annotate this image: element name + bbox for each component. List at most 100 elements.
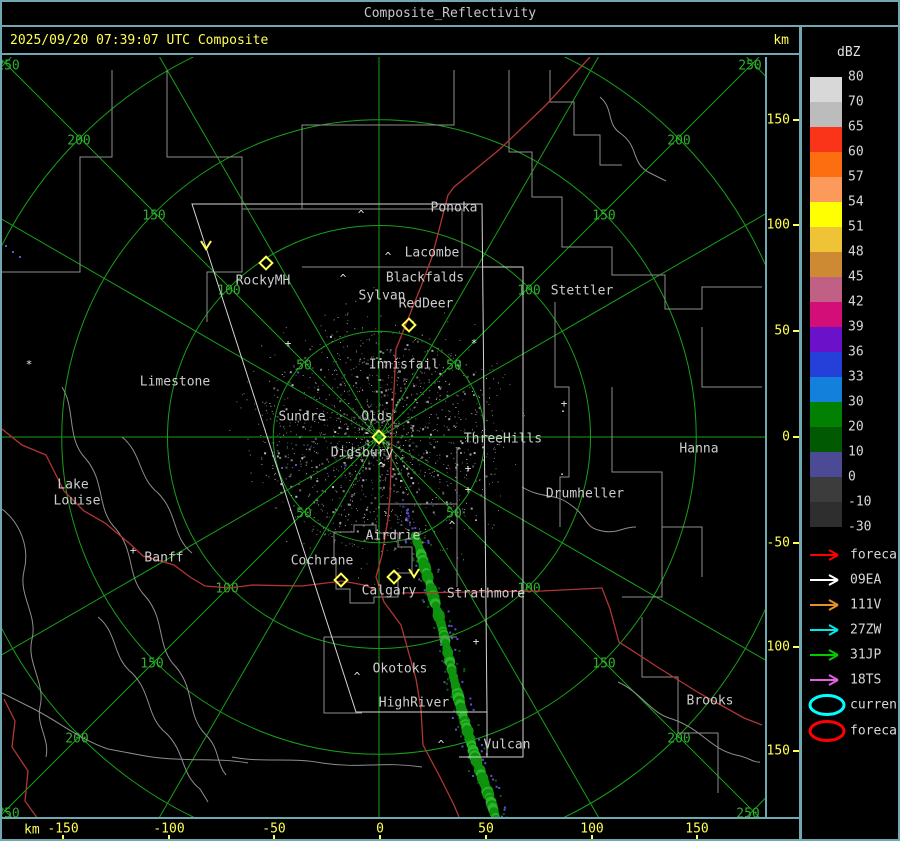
clutter-speck — [284, 371, 286, 373]
band-speck — [458, 650, 461, 652]
clutter-speck — [396, 462, 397, 464]
clutter-speck — [430, 443, 432, 445]
clutter-speck — [332, 486, 334, 489]
clutter-speck — [337, 353, 339, 355]
clutter-speck — [384, 544, 386, 545]
clutter-speck — [432, 498, 434, 500]
clutter-speck — [268, 476, 270, 478]
legend-arrow-label: 18TS — [850, 673, 881, 688]
clutter-speck — [447, 321, 449, 323]
scale-color-block — [810, 427, 842, 452]
clutter-speck — [346, 391, 348, 393]
scale-tick-label: 10 — [848, 445, 864, 460]
clutter-speck — [351, 542, 353, 544]
clutter-speck — [271, 442, 273, 444]
clutter-speck — [502, 377, 504, 378]
clutter-speck — [460, 470, 462, 472]
clutter-speck — [406, 433, 408, 435]
clutter-speck — [446, 455, 449, 458]
clutter-speck — [297, 424, 298, 426]
clutter-speck — [317, 529, 319, 531]
clutter-speck — [292, 467, 293, 469]
range-spoke — [159, 436, 380, 817]
legend-sidebar: dBZ 80 70 65 60 57 54 51 48 45 42 39 36 33 30 20 10 0 -10 -… — [802, 27, 898, 839]
clutter-speck — [300, 466, 302, 468]
clutter-speck — [388, 460, 390, 462]
clutter-speck — [247, 438, 249, 440]
clutter-speck — [336, 468, 337, 470]
scale-title: dBZ — [837, 45, 861, 60]
clutter-speck — [340, 505, 342, 507]
clutter-speck — [480, 414, 482, 416]
clutter-speck — [322, 434, 324, 435]
band-speck — [443, 681, 446, 684]
band-speck — [446, 688, 449, 691]
clutter-speck — [333, 319, 335, 321]
clutter-speck — [429, 417, 430, 418]
clutter-speck — [375, 342, 377, 344]
band-speck — [449, 631, 452, 634]
clutter-speck — [272, 465, 274, 467]
clutter-speck — [344, 384, 346, 386]
clutter-speck — [408, 440, 410, 442]
clutter-speck — [475, 371, 477, 373]
clutter-speck — [365, 467, 368, 470]
radar-map-canvas[interactable]: 5010015020025050100150200250501001502002… — [2, 57, 765, 817]
clutter-speck — [425, 408, 426, 410]
band-speck — [451, 717, 454, 719]
clutter-speck — [353, 385, 355, 387]
clutter-speck — [262, 440, 264, 442]
clutter-speck — [496, 363, 498, 365]
clutter-speck — [356, 351, 357, 353]
city-label: Calgary — [362, 584, 417, 599]
clutter-speck — [349, 476, 351, 477]
clutter-speck — [362, 327, 364, 329]
clutter-speck — [425, 451, 428, 454]
clutter-speck — [313, 517, 315, 519]
clutter-speck — [380, 496, 382, 498]
clutter-speck — [347, 519, 349, 521]
clutter-speck — [405, 487, 407, 489]
datetime-label: 2025/09/20 07:39:07 UTC Composite — [10, 33, 269, 48]
clutter-speck — [316, 502, 318, 504]
clutter-speck — [459, 440, 462, 443]
clutter-speck — [418, 487, 420, 489]
clutter-speck — [363, 513, 365, 515]
city-label: HighRiver — [379, 696, 450, 711]
clutter-speck — [457, 413, 459, 415]
band-speck — [447, 610, 450, 613]
band-speck — [468, 770, 470, 773]
clutter-speck — [498, 510, 499, 512]
clutter-speck — [327, 425, 329, 427]
clutter-speck — [493, 524, 495, 526]
blue-speck — [5, 245, 7, 247]
clutter-speck — [329, 335, 332, 338]
clutter-speck — [424, 475, 426, 477]
clutter-speck — [344, 374, 346, 376]
scale-color-block — [810, 277, 842, 302]
clutter-speck — [442, 492, 445, 495]
clutter-speck — [348, 442, 350, 444]
small-map-marker: ^ — [438, 738, 445, 751]
small-map-marker: . — [560, 402, 567, 415]
clutter-speck — [326, 473, 328, 474]
clutter-speck — [400, 479, 402, 482]
clutter-speck — [407, 474, 408, 476]
clutter-speck — [351, 474, 353, 476]
clutter-speck — [402, 444, 404, 446]
band-speck — [503, 808, 506, 811]
clutter-speck — [310, 446, 312, 448]
clutter-speck — [464, 477, 466, 479]
clutter-speck — [334, 407, 336, 409]
radar-map-viewport[interactable]: 5010015020025050100150200250501001502002… — [2, 57, 767, 817]
clutter-speck — [344, 390, 345, 392]
small-map-marker: ^ — [340, 272, 347, 285]
band-speck — [423, 589, 426, 592]
clutter-speck — [422, 456, 424, 458]
clutter-speck — [352, 408, 354, 410]
clutter-speck — [418, 454, 420, 456]
clutter-speck — [265, 410, 267, 412]
clutter-speck — [277, 396, 279, 398]
clutter-speck — [356, 375, 359, 378]
clutter-speck — [314, 484, 316, 486]
